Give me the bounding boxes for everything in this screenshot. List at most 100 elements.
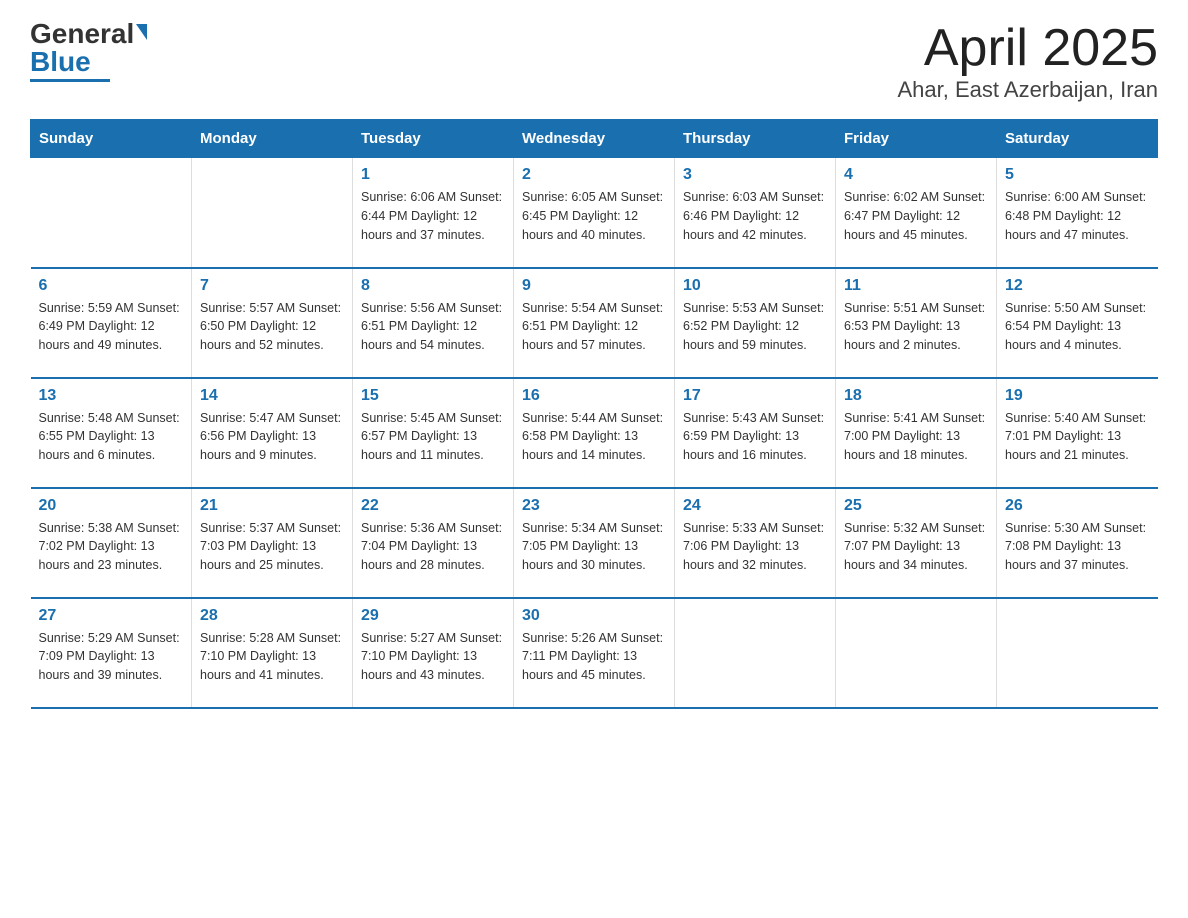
- day-info: Sunrise: 5:37 AM Sunset: 7:03 PM Dayligh…: [200, 519, 344, 575]
- page-header: GeneralBlue April 2025 Ahar, East Azerba…: [30, 20, 1158, 103]
- calendar-cell: 25 Sunrise: 5:32 AM Sunset: 7:07 PM Dayli…: [836, 488, 997, 598]
- calendar-week-4: 20 Sunrise: 5:38 AM Sunset: 7:02 PM Dayli…: [31, 488, 1158, 598]
- calendar-cell: 3 Sunrise: 6:03 AM Sunset: 6:46 PM Daylig…: [675, 158, 836, 268]
- day-info: Sunrise: 5:48 AM Sunset: 6:55 PM Dayligh…: [39, 409, 184, 465]
- day-number: 16: [522, 387, 666, 405]
- col-friday: Friday: [836, 120, 997, 158]
- calendar-week-1: 1Sunrise: 6:06 AM Sunset: 6:44 PM Daylig…: [31, 158, 1158, 268]
- calendar-cell: 13Sunrise: 5:48 AM Sunset: 6:55 PM Dayli…: [31, 378, 192, 488]
- calendar-cell: [31, 158, 192, 268]
- calendar-week-5: 27 Sunrise: 5:29 AM Sunset: 7:09 PM Dayli…: [31, 598, 1158, 708]
- calendar-cell: [675, 598, 836, 708]
- calendar-cell: 14Sunrise: 5:47 AM Sunset: 6:56 PM Dayli…: [192, 378, 353, 488]
- day-number: 11: [844, 277, 988, 295]
- logo-blue: Blue: [30, 46, 91, 77]
- calendar-cell: 23Sunrise: 5:34 AM Sunset: 7:05 PM Dayli…: [514, 488, 675, 598]
- day-info: Sunrise: 5:38 AM Sunset: 7:02 PM Dayligh…: [39, 519, 184, 575]
- calendar-cell: [192, 158, 353, 268]
- calendar-cell: 21 Sunrise: 5:37 AM Sunset: 7:03 PM Dayli…: [192, 488, 353, 598]
- title-block: April 2025 Ahar, East Azerbaijan, Iran: [898, 20, 1159, 103]
- day-info: Sunrise: 5:32 AM Sunset: 7:07 PM Dayligh…: [844, 519, 988, 575]
- day-info: Sunrise: 6:00 AM Sunset: 6:48 PM Dayligh…: [1005, 188, 1150, 244]
- calendar-cell: 16 Sunrise: 5:44 AM Sunset: 6:58 PM Dayli…: [514, 378, 675, 488]
- day-number: 8: [361, 277, 505, 295]
- logo: GeneralBlue: [30, 20, 147, 82]
- day-info: Sunrise: 5:33 AM Sunset: 7:06 PM Dayligh…: [683, 519, 827, 575]
- day-info: Sunrise: 5:56 AM Sunset: 6:51 PM Dayligh…: [361, 299, 505, 355]
- calendar-cell: 26 Sunrise: 5:30 AM Sunset: 7:08 PM Dayli…: [997, 488, 1158, 598]
- day-info: Sunrise: 5:54 AM Sunset: 6:51 PM Dayligh…: [522, 299, 666, 355]
- calendar-cell: 9 Sunrise: 5:54 AM Sunset: 6:51 PM Daylig…: [514, 268, 675, 378]
- day-info: Sunrise: 5:28 AM Sunset: 7:10 PM Dayligh…: [200, 629, 344, 685]
- day-number: 6: [39, 277, 184, 295]
- calendar-title: April 2025: [898, 20, 1159, 77]
- calendar-cell: 18 Sunrise: 5:41 AM Sunset: 7:00 PM Dayli…: [836, 378, 997, 488]
- day-info: Sunrise: 5:41 AM Sunset: 7:00 PM Dayligh…: [844, 409, 988, 465]
- col-thursday: Thursday: [675, 120, 836, 158]
- day-info: Sunrise: 5:53 AM Sunset: 6:52 PM Dayligh…: [683, 299, 827, 355]
- day-number: 9: [522, 277, 666, 295]
- day-number: 3: [683, 166, 827, 184]
- day-number: 26: [1005, 497, 1150, 515]
- calendar-table: Sunday Monday Tuesday Wednesday Thursday…: [30, 119, 1158, 709]
- col-saturday: Saturday: [997, 120, 1158, 158]
- calendar-cell: 29Sunrise: 5:27 AM Sunset: 7:10 PM Dayli…: [353, 598, 514, 708]
- day-number: 23: [522, 497, 666, 515]
- calendar-cell: 10 Sunrise: 5:53 AM Sunset: 6:52 PM Dayli…: [675, 268, 836, 378]
- calendar-header: Sunday Monday Tuesday Wednesday Thursday…: [31, 120, 1158, 158]
- day-info: Sunrise: 5:59 AM Sunset: 6:49 PM Dayligh…: [39, 299, 184, 355]
- day-info: Sunrise: 5:29 AM Sunset: 7:09 PM Dayligh…: [39, 629, 184, 685]
- col-wednesday: Wednesday: [514, 120, 675, 158]
- calendar-cell: 4 Sunrise: 6:02 AM Sunset: 6:47 PM Daylig…: [836, 158, 997, 268]
- day-info: Sunrise: 5:44 AM Sunset: 6:58 PM Dayligh…: [522, 409, 666, 465]
- day-number: 15: [361, 387, 505, 405]
- calendar-cell: 15 Sunrise: 5:45 AM Sunset: 6:57 PM Dayli…: [353, 378, 514, 488]
- calendar-cell: 12 Sunrise: 5:50 AM Sunset: 6:54 PM Dayli…: [997, 268, 1158, 378]
- calendar-cell: 1Sunrise: 6:06 AM Sunset: 6:44 PM Daylig…: [353, 158, 514, 268]
- day-info: Sunrise: 5:40 AM Sunset: 7:01 PM Dayligh…: [1005, 409, 1150, 465]
- calendar-cell: 5 Sunrise: 6:00 AM Sunset: 6:48 PM Daylig…: [997, 158, 1158, 268]
- day-number: 2: [522, 166, 666, 184]
- calendar-cell: 6 Sunrise: 5:59 AM Sunset: 6:49 PM Daylig…: [31, 268, 192, 378]
- day-number: 14: [200, 387, 344, 405]
- day-number: 27: [39, 607, 184, 625]
- day-number: 18: [844, 387, 988, 405]
- day-number: 12: [1005, 277, 1150, 295]
- day-info: Sunrise: 5:50 AM Sunset: 6:54 PM Dayligh…: [1005, 299, 1150, 355]
- day-info: Sunrise: 5:57 AM Sunset: 6:50 PM Dayligh…: [200, 299, 344, 355]
- day-info: Sunrise: 5:30 AM Sunset: 7:08 PM Dayligh…: [1005, 519, 1150, 575]
- day-info: Sunrise: 6:05 AM Sunset: 6:45 PM Dayligh…: [522, 188, 666, 244]
- calendar-body: 1Sunrise: 6:06 AM Sunset: 6:44 PM Daylig…: [31, 158, 1158, 708]
- day-info: Sunrise: 5:45 AM Sunset: 6:57 PM Dayligh…: [361, 409, 505, 465]
- calendar-cell: 27 Sunrise: 5:29 AM Sunset: 7:09 PM Dayli…: [31, 598, 192, 708]
- day-info: Sunrise: 5:51 AM Sunset: 6:53 PM Dayligh…: [844, 299, 988, 355]
- calendar-cell: [836, 598, 997, 708]
- day-number: 19: [1005, 387, 1150, 405]
- day-number: 10: [683, 277, 827, 295]
- calendar-cell: 8 Sunrise: 5:56 AM Sunset: 6:51 PM Daylig…: [353, 268, 514, 378]
- calendar-subtitle: Ahar, East Azerbaijan, Iran: [898, 77, 1159, 103]
- day-number: 4: [844, 166, 988, 184]
- day-number: 21: [200, 497, 344, 515]
- calendar-cell: 22Sunrise: 5:36 AM Sunset: 7:04 PM Dayli…: [353, 488, 514, 598]
- calendar-cell: [997, 598, 1158, 708]
- day-number: 24: [683, 497, 827, 515]
- day-number: 25: [844, 497, 988, 515]
- day-info: Sunrise: 6:03 AM Sunset: 6:46 PM Dayligh…: [683, 188, 827, 244]
- day-number: 22: [361, 497, 505, 515]
- calendar-cell: 20 Sunrise: 5:38 AM Sunset: 7:02 PM Dayli…: [31, 488, 192, 598]
- day-info: Sunrise: 5:43 AM Sunset: 6:59 PM Dayligh…: [683, 409, 827, 465]
- day-number: 1: [361, 166, 505, 184]
- header-row: Sunday Monday Tuesday Wednesday Thursday…: [31, 120, 1158, 158]
- day-number: 5: [1005, 166, 1150, 184]
- day-info: Sunrise: 5:26 AM Sunset: 7:11 PM Dayligh…: [522, 629, 666, 685]
- calendar-cell: 19 Sunrise: 5:40 AM Sunset: 7:01 PM Dayli…: [997, 378, 1158, 488]
- day-number: 20: [39, 497, 184, 515]
- col-sunday: Sunday: [31, 120, 192, 158]
- day-number: 29: [361, 607, 505, 625]
- day-info: Sunrise: 6:02 AM Sunset: 6:47 PM Dayligh…: [844, 188, 988, 244]
- calendar-cell: 2 Sunrise: 6:05 AM Sunset: 6:45 PM Daylig…: [514, 158, 675, 268]
- calendar-week-2: 6 Sunrise: 5:59 AM Sunset: 6:49 PM Daylig…: [31, 268, 1158, 378]
- calendar-cell: 24 Sunrise: 5:33 AM Sunset: 7:06 PM Dayli…: [675, 488, 836, 598]
- calendar-week-3: 13Sunrise: 5:48 AM Sunset: 6:55 PM Dayli…: [31, 378, 1158, 488]
